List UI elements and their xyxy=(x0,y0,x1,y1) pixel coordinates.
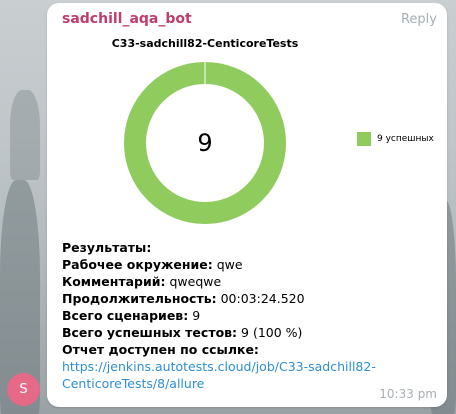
chart-legend: 9 успешных xyxy=(357,132,434,146)
scenarios-row: Всего сценариев: 9 xyxy=(62,308,201,323)
report-label: Отчет доступен по ссылке: xyxy=(62,342,259,357)
chart-center-label: 9 xyxy=(197,129,212,157)
results-text: Результаты: Рабочее окружение: qwe Комме… xyxy=(62,239,442,392)
avatar[interactable]: S xyxy=(7,373,40,406)
chart: C33-sadchill82-CenticoreTests 9 9 успешн… xyxy=(55,33,447,243)
passed-row: Всего успешных тестов: 9 (100 %) xyxy=(62,325,303,340)
report-link[interactable]: https://jenkins.autotests.cloud/job/C33-… xyxy=(62,358,382,392)
message-time: 10:33 pm xyxy=(379,387,437,401)
results-header: Результаты: xyxy=(62,240,152,255)
sender-name[interactable]: sadchill_aqa_bot xyxy=(62,11,192,27)
reply-button[interactable]: Reply xyxy=(401,12,437,27)
comment-row: Комментарий: qweqwe xyxy=(62,274,222,289)
duration-row: Продолжительность: 00:03:24.520 xyxy=(62,291,305,306)
legend-swatch xyxy=(357,132,371,146)
legend-label: 9 успешных xyxy=(377,134,434,144)
env-row: Рабочее окружение: qwe xyxy=(62,257,243,272)
donut-chart: 9 xyxy=(124,62,286,224)
message-bubble: sadchill_aqa_bot Reply C33-sadchill82-Ce… xyxy=(47,3,447,407)
background-tree xyxy=(10,90,40,180)
